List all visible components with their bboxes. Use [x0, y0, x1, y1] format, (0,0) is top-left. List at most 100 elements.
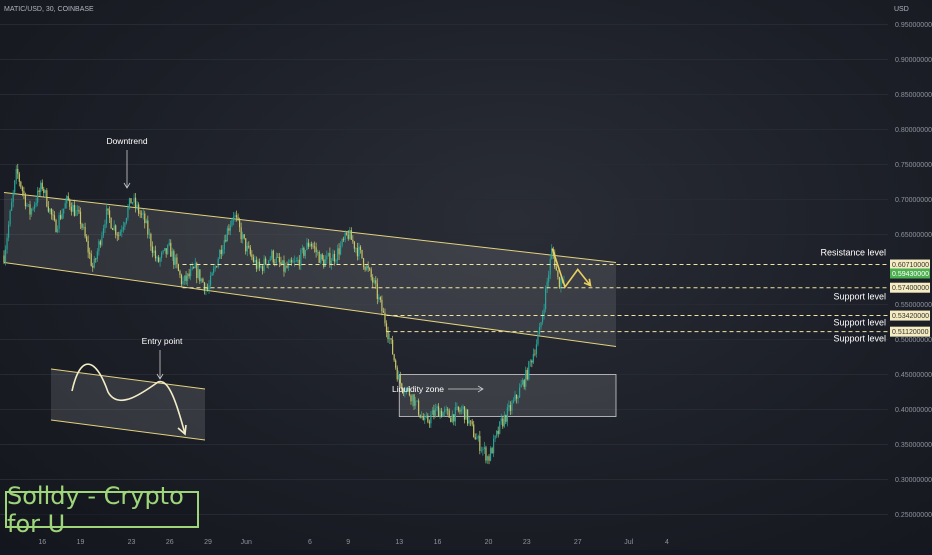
- x-tick-label: 27: [574, 539, 582, 546]
- candle-body: [150, 233, 152, 247]
- candle-body: [338, 248, 340, 255]
- candle-body: [12, 192, 14, 203]
- candle-body: [251, 254, 253, 258]
- candle-body: [56, 228, 59, 233]
- candle-body: [7, 224, 10, 238]
- candle-body: [138, 204, 140, 214]
- candle-body: [284, 265, 287, 272]
- symbol-header: MATIC/USD, 30, COINBASE: [4, 6, 94, 13]
- candle-body: [433, 410, 435, 416]
- candle-body: [367, 265, 369, 269]
- level-price-text: 0.57400000: [892, 285, 929, 292]
- candle-body: [72, 204, 74, 212]
- y-tick-label: 0.70000000: [895, 197, 932, 204]
- candle-body: [197, 269, 199, 278]
- candle-body: [27, 204, 30, 206]
- candle-body: [6, 237, 8, 250]
- candle-body: [24, 194, 27, 207]
- downtrend-channel: [3, 192, 617, 347]
- candle-body: [476, 438, 478, 440]
- y-tick-label: 0.40000000: [895, 407, 932, 414]
- candle-body: [349, 230, 351, 239]
- candle-body: [526, 369, 528, 380]
- candle-body: [3, 255, 5, 263]
- candle-body: [159, 257, 161, 262]
- candle-body: [9, 210, 11, 225]
- candle-body: [392, 339, 394, 355]
- candle-body: [185, 275, 187, 281]
- candle-body: [190, 269, 192, 277]
- candle-body: [171, 251, 173, 257]
- candle-body: [534, 353, 536, 355]
- candle-body: [82, 226, 85, 228]
- x-tick-label: 16: [38, 539, 46, 546]
- candle-body: [500, 418, 502, 422]
- candle-body: [104, 223, 106, 229]
- candle-body: [93, 258, 95, 268]
- candle-body: [489, 448, 492, 461]
- candle-body: [369, 268, 371, 270]
- candle-body: [76, 210, 79, 211]
- candle-body: [95, 258, 97, 260]
- candle-body: [532, 353, 534, 363]
- candle-body: [47, 206, 49, 212]
- y-tick-label: 0.90000000: [895, 57, 932, 64]
- candle-body: [211, 272, 213, 276]
- candle-body: [520, 384, 522, 388]
- candle-body: [419, 414, 421, 418]
- candle-body: [246, 245, 248, 252]
- candle-body: [326, 255, 328, 260]
- candle-body: [529, 360, 531, 362]
- x-tick-label: 16: [434, 539, 442, 546]
- candle-body: [43, 188, 45, 193]
- candle-body: [378, 297, 380, 299]
- candle-body: [473, 424, 475, 438]
- candle-body: [182, 281, 184, 285]
- candle-body: [333, 253, 336, 262]
- candle-body: [512, 400, 515, 403]
- candle-body: [64, 203, 66, 209]
- candle-body: [313, 246, 316, 248]
- candle-body: [136, 204, 138, 208]
- x-tick-label: Jul: [624, 539, 633, 546]
- candle-body: [431, 410, 433, 415]
- y-tick-label: 0.45000000: [895, 372, 932, 379]
- candle-body: [531, 360, 533, 363]
- candle-body: [462, 406, 464, 410]
- candle-body: [248, 245, 250, 248]
- candle-body: [141, 213, 143, 215]
- candle-body: [430, 414, 432, 424]
- candle-body: [193, 267, 195, 269]
- candle-body: [81, 224, 83, 228]
- level-name-text: Support level: [833, 334, 886, 344]
- candle-body: [20, 181, 22, 188]
- candle-body: [115, 225, 117, 235]
- candle-body: [108, 210, 111, 218]
- candle-body: [252, 257, 254, 262]
- candle-body: [134, 197, 137, 208]
- candle-body: [11, 202, 13, 211]
- brand-text: Solldy - Crypto for U: [7, 481, 184, 538]
- candle-body: [70, 206, 72, 212]
- candle-body: [390, 338, 392, 340]
- candle-body: [474, 437, 476, 440]
- candle-body: [180, 274, 183, 285]
- candle-body: [26, 204, 28, 207]
- price-chart[interactable]: 0.60710000 Resistance level 0.59430000 0.57…: [0, 0, 932, 550]
- candle-body: [486, 456, 489, 461]
- candle-body: [173, 251, 175, 265]
- candle-body: [456, 406, 458, 408]
- candle-body: [509, 405, 512, 411]
- candle-body: [209, 275, 212, 286]
- candle-body: [347, 234, 349, 239]
- candle-body: [89, 252, 91, 254]
- candle-body: [340, 245, 342, 255]
- candle-body: [535, 344, 538, 355]
- candle-body: [382, 311, 385, 313]
- candle-body: [125, 218, 127, 223]
- candle-body: [359, 246, 362, 250]
- candle-body: [61, 213, 63, 219]
- candle-body: [281, 260, 284, 265]
- candle-body: [324, 259, 326, 267]
- candle-body: [463, 406, 466, 420]
